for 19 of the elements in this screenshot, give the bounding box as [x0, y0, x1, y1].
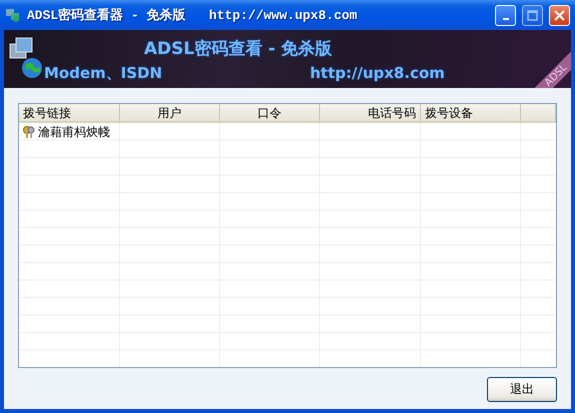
column-header[interactable]: 用户 [120, 104, 220, 122]
banner-url: http://upx8.com [309, 64, 445, 82]
minimize-button[interactable] [495, 4, 516, 26]
maximize-icon [527, 10, 538, 20]
keys-icon [22, 125, 36, 140]
close-icon [554, 10, 565, 20]
app-icon [5, 7, 21, 23]
banner-subtitle: Modem、ISDN [44, 64, 162, 82]
column-header[interactable]: 拨号链接 [19, 104, 120, 122]
exit-button[interactable]: 退出 [487, 377, 557, 402]
column-header[interactable]: 口令 [220, 104, 320, 122]
close-button[interactable] [549, 4, 570, 26]
minimize-icon [502, 18, 508, 20]
banner-heading: ADSL密码查看 - 免杀版 [143, 38, 334, 60]
window-title: ADSL密码查看器 - 免杀版 http://www.upx8.com [27, 6, 358, 24]
column-header[interactable]: 拨号设备 [421, 104, 521, 122]
maximize-button[interactable] [522, 4, 543, 26]
connection-name[interactable]: 瀹藉甫杩炴帴 [38, 124, 110, 141]
column-header[interactable]: 电话号码 [320, 104, 421, 122]
